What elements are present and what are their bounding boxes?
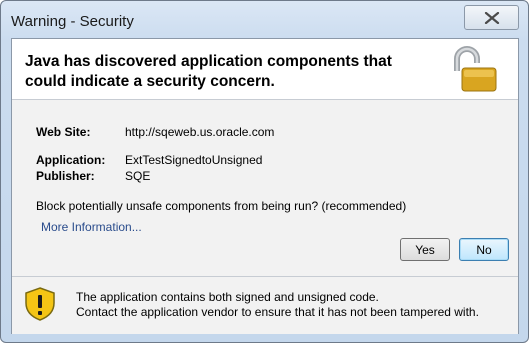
- dialog-content: Java has discovered application componen…: [11, 38, 519, 334]
- yes-button[interactable]: Yes: [400, 238, 450, 261]
- web-site-value: http://sqeweb.us.oracle.com: [125, 125, 275, 139]
- no-button[interactable]: No: [459, 238, 509, 261]
- headline: Java has discovered application componen…: [25, 53, 392, 90]
- footer-line-2: Contact the application vendor to ensure…: [76, 305, 479, 319]
- web-site-label: Web Site:: [36, 125, 91, 139]
- footer-line-1: The application contains both signed and…: [76, 290, 379, 304]
- dialog-footer: The application contains both signed and…: [12, 276, 518, 334]
- security-warning-dialog: Warning - Security Java has discovered a…: [0, 0, 529, 343]
- publisher-label: Publisher:: [36, 169, 95, 183]
- window-title: Warning - Security: [11, 13, 134, 30]
- close-button[interactable]: [464, 5, 519, 30]
- application-label: Application:: [36, 153, 106, 167]
- close-icon: [484, 12, 500, 24]
- dialog-header: Java has discovered application componen…: [12, 39, 518, 100]
- application-value: ExtTestSignedtoUnsigned: [125, 153, 263, 167]
- block-question: Block potentially unsafe components from…: [36, 199, 407, 213]
- more-information-link[interactable]: More Information...: [41, 220, 142, 234]
- details-area: Web Site: http://sqeweb.us.oracle.com Ap…: [12, 100, 518, 276]
- unlocked-padlock-icon: [454, 46, 497, 92]
- publisher-value: SQE: [125, 169, 151, 183]
- warning-shield-icon: [25, 287, 55, 321]
